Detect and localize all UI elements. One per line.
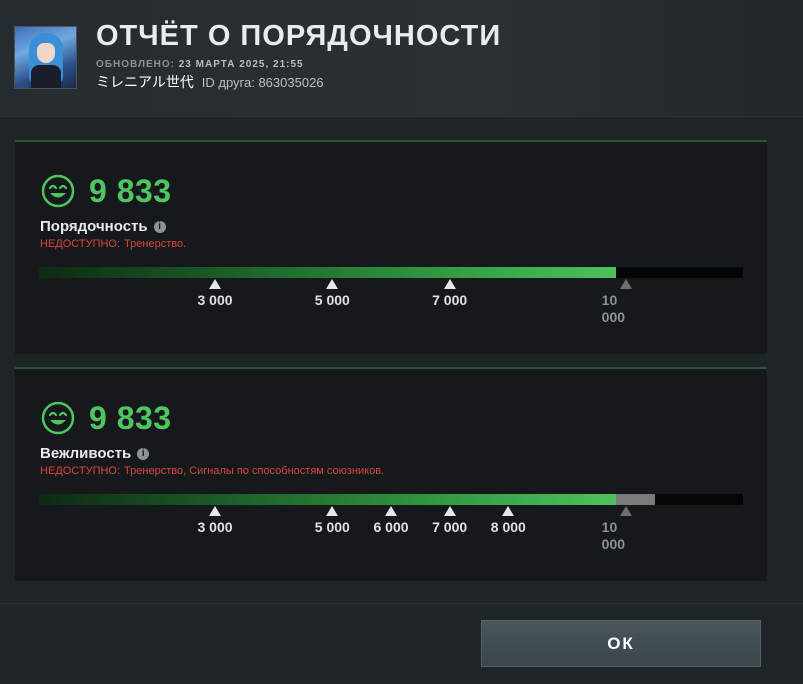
tick-label: 3 000 — [197, 519, 233, 535]
report-header: ОТЧЁТ О ПОРЯДОЧНОСТИ ОБНОВЛЕНО: 23 МАРТА… — [0, 0, 803, 117]
unavailable-value: Тренерство, Сигналы по способностям союз… — [124, 465, 385, 477]
updated-value: 23 МАРТА 2025, 21:55 — [178, 59, 304, 70]
tick-marker — [385, 506, 397, 516]
tick-marker — [326, 506, 339, 516]
tick-marker — [209, 506, 221, 516]
username[interactable]: ミレニアル世代 — [96, 75, 194, 91]
tick-label: 5 000 — [314, 292, 350, 308]
avatar[interactable] — [14, 26, 77, 89]
updated-label: ОБНОВЛЕНО: — [96, 59, 175, 70]
user-line: ミレニアル世代 ID друга: 863035026 — [96, 72, 324, 92]
politeness-score-value: 9 833 — [89, 399, 172, 436]
max-tick-label: 10 000 — [601, 292, 626, 325]
conduct-label: Порядочность i — [40, 218, 166, 235]
conduct-progress-fill — [39, 267, 616, 278]
conduct-score-value: 9 833 — [89, 172, 172, 209]
tick-label: 8 000 — [490, 519, 526, 535]
updated-timestamp: ОБНОВЛЕНО: 23 МАРТА 2025, 21:55 — [96, 59, 304, 70]
ok-button[interactable]: ОК — [481, 620, 761, 667]
tick-label: 7 000 — [432, 292, 468, 308]
max-tick-marker — [619, 506, 632, 516]
max-tick-label: 10 000 — [601, 519, 626, 552]
unavailable-value: Тренерство. — [124, 238, 187, 250]
info-icon[interactable]: i — [137, 447, 150, 460]
unavailable-label: НЕДОСТУПНО: — [40, 238, 121, 250]
friend-id: ID друга: 863035026 — [201, 75, 324, 90]
tick-label: 6 000 — [373, 519, 409, 535]
politeness-score: 9 833 — [41, 399, 172, 436]
tick-marker — [443, 279, 456, 289]
smiley-icon — [41, 401, 75, 435]
unavailable-label: НЕДОСТУПНО: — [40, 465, 121, 477]
politeness-unavailable: НЕДОСТУПНО: Тренерство, Сигналы по способ… — [40, 465, 384, 477]
tick-label: 3 000 — [197, 292, 233, 308]
tick-marker — [326, 279, 339, 289]
tick-label: 5 000 — [314, 519, 350, 535]
info-icon[interactable]: i — [153, 220, 166, 233]
politeness-progress-bar — [39, 494, 743, 505]
politeness-panel: 9 833 Вежливость i НЕДОСТУПНО: Тренерство… — [15, 367, 767, 581]
tick-marker — [443, 506, 456, 516]
politeness-progress-fill — [39, 494, 616, 505]
politeness-label: Вежливость i — [40, 445, 150, 462]
conduct-score: 9 833 — [41, 172, 172, 209]
tick-marker — [502, 506, 515, 516]
conduct-progress-bar — [39, 267, 743, 278]
conduct-panel: 9 833 Порядочность i НЕДОСТУПНО: Тренерст… — [15, 140, 767, 354]
page-title: ОТЧЁТ О ПОРЯДОЧНОСТИ — [96, 20, 502, 52]
max-tick-marker — [619, 279, 632, 289]
politeness-label-text: Вежливость — [40, 445, 132, 462]
tick-marker — [209, 279, 221, 289]
footer-divider — [0, 603, 803, 604]
tick-label: 7 000 — [432, 519, 468, 535]
conduct-label-text: Порядочность — [40, 218, 148, 235]
smiley-icon — [41, 174, 75, 208]
conduct-unavailable: НЕДОСТУПНО: Тренерство. — [40, 238, 186, 250]
